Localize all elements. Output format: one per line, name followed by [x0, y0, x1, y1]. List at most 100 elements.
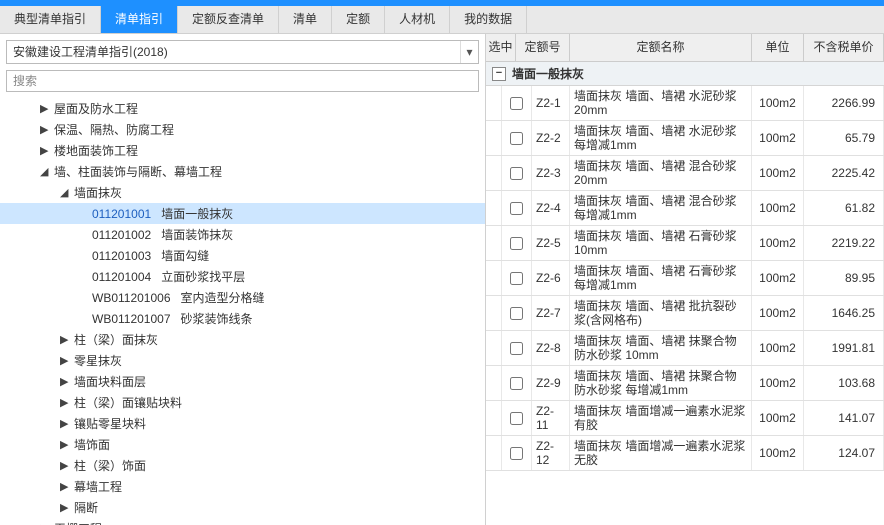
- row-checkbox[interactable]: [510, 202, 523, 215]
- row-checkbox[interactable]: [510, 167, 523, 180]
- row-unit: 100m2: [752, 366, 804, 400]
- collapsed-icon[interactable]: ▶: [60, 501, 72, 514]
- row-select-cell: [502, 296, 532, 330]
- row-tree-line: [486, 331, 502, 365]
- table-row[interactable]: Z2-5墙面抹灰 墙面、墙裙 石膏砂浆 10mm100m22219.22: [486, 226, 884, 261]
- tree-node[interactable]: ◢墙面抹灰: [0, 182, 485, 203]
- col-header-unit[interactable]: 单位: [752, 34, 804, 61]
- collapsed-icon[interactable]: ▶: [60, 417, 72, 430]
- tree-node[interactable]: ▶屋面及防水工程: [0, 98, 485, 119]
- collapsed-icon[interactable]: ▶: [60, 480, 72, 493]
- row-checkbox[interactable]: [510, 377, 523, 390]
- row-name: 墙面抹灰 墙面、墙裙 混合砂浆 每增减1mm: [570, 191, 752, 225]
- tab-6[interactable]: 我的数据: [450, 6, 527, 33]
- tab-3[interactable]: 清单: [279, 6, 332, 33]
- tree-node-label: 楼地面装饰工程: [52, 142, 138, 159]
- tree-node[interactable]: 011201002墙面装饰抹灰: [0, 224, 485, 245]
- collapsed-icon[interactable]: ▶: [60, 333, 72, 346]
- col-header-select[interactable]: 选中: [486, 34, 516, 61]
- chevron-down-icon[interactable]: ▾: [460, 41, 478, 63]
- row-checkbox[interactable]: [510, 272, 523, 285]
- table-row[interactable]: Z2-4墙面抹灰 墙面、墙裙 混合砂浆 每增减1mm100m261.82: [486, 191, 884, 226]
- row-checkbox[interactable]: [510, 307, 523, 320]
- collapsed-icon[interactable]: ▶: [40, 102, 52, 115]
- tab-0[interactable]: 典型清单指引: [0, 6, 101, 33]
- tree-node[interactable]: ▶天棚工程: [0, 518, 485, 525]
- row-price: 89.95: [804, 261, 884, 295]
- row-tree-line: [486, 261, 502, 295]
- row-checkbox[interactable]: [510, 342, 523, 355]
- col-header-price[interactable]: 不含税单价: [804, 34, 884, 61]
- row-checkbox[interactable]: [510, 412, 523, 425]
- collapse-icon[interactable]: −: [492, 67, 506, 81]
- tree-node-label: 柱（梁）面抹灰: [72, 331, 158, 348]
- row-checkbox[interactable]: [510, 97, 523, 110]
- tree-node[interactable]: ▶保温、隔热、防腐工程: [0, 119, 485, 140]
- tree-node[interactable]: WB011201006室内造型分格缝: [0, 287, 485, 308]
- tree-node-label: 保温、隔热、防腐工程: [52, 121, 174, 138]
- table-row[interactable]: Z2-3墙面抹灰 墙面、墙裙 混合砂浆 20mm100m22225.42: [486, 156, 884, 191]
- table-row[interactable]: Z2-12墙面抹灰 墙面增减一遍素水泥浆 无胶100m2124.07: [486, 436, 884, 471]
- col-header-name[interactable]: 定额名称: [570, 34, 752, 61]
- col-header-code[interactable]: 定额号: [516, 34, 570, 61]
- row-checkbox[interactable]: [510, 132, 523, 145]
- collapsed-icon[interactable]: ▶: [60, 354, 72, 367]
- table-row[interactable]: Z2-1墙面抹灰 墙面、墙裙 水泥砂浆 20mm100m22266.99: [486, 86, 884, 121]
- tree-node-code: 011201001: [92, 207, 151, 221]
- table-row[interactable]: Z2-8墙面抹灰 墙面、墙裙 抹聚合物防水砂浆 10mm100m21991.81: [486, 331, 884, 366]
- row-select-cell: [502, 156, 532, 190]
- tab-5[interactable]: 人材机: [385, 6, 450, 33]
- group-row[interactable]: − 墙面一般抹灰: [486, 62, 884, 86]
- tree-node[interactable]: ▶柱（梁）饰面: [0, 455, 485, 476]
- row-checkbox[interactable]: [510, 447, 523, 460]
- collapsed-icon[interactable]: ▶: [60, 375, 72, 388]
- tree-node[interactable]: ▶幕墙工程: [0, 476, 485, 497]
- tree-node[interactable]: ▶楼地面装饰工程: [0, 140, 485, 161]
- row-checkbox[interactable]: [510, 237, 523, 250]
- row-code: Z2-7: [532, 296, 570, 330]
- tree-node-label: 屋面及防水工程: [52, 100, 138, 117]
- row-price: 141.07: [804, 401, 884, 435]
- tree-node-label: 墙面抹灰: [72, 184, 122, 201]
- collapsed-icon[interactable]: ▶: [60, 396, 72, 409]
- tab-2[interactable]: 定额反查清单: [178, 6, 279, 33]
- tree-node-label: 幕墙工程: [72, 478, 122, 495]
- search-input[interactable]: 搜索: [6, 70, 479, 92]
- row-price: 2225.42: [804, 156, 884, 190]
- table-row[interactable]: Z2-9墙面抹灰 墙面、墙裙 抹聚合物防水砂浆 每增减1mm100m2103.6…: [486, 366, 884, 401]
- tree-node[interactable]: 011201003墙面勾缝: [0, 245, 485, 266]
- tree-node[interactable]: 011201001墙面一般抹灰: [0, 203, 485, 224]
- table-row[interactable]: Z2-2墙面抹灰 墙面、墙裙 水泥砂浆 每增减1mm100m265.79: [486, 121, 884, 156]
- expanded-icon[interactable]: ◢: [60, 186, 72, 199]
- tree-node[interactable]: 011201004立面砂浆找平层: [0, 266, 485, 287]
- tree-node[interactable]: ▶墙饰面: [0, 434, 485, 455]
- guide-selector[interactable]: 安徽建设工程清单指引(2018) ▾: [6, 40, 479, 64]
- tree-node[interactable]: ▶零星抹灰: [0, 350, 485, 371]
- row-name: 墙面抹灰 墙面、墙裙 混合砂浆 20mm: [570, 156, 752, 190]
- tab-1[interactable]: 清单指引: [101, 6, 178, 33]
- tree-node[interactable]: ◢墙、柱面装饰与隔断、幕墙工程: [0, 161, 485, 182]
- collapsed-icon[interactable]: ▶: [60, 459, 72, 472]
- tree-node[interactable]: ▶柱（梁）面镶贴块料: [0, 392, 485, 413]
- tree-node[interactable]: ▶镶贴零星块料: [0, 413, 485, 434]
- collapsed-icon[interactable]: ▶: [40, 123, 52, 136]
- row-tree-line: [486, 436, 502, 470]
- collapsed-icon[interactable]: ▶: [60, 438, 72, 451]
- tree-node[interactable]: WB011201007砂浆装饰线条: [0, 308, 485, 329]
- table-row[interactable]: Z2-7墙面抹灰 墙面、墙裙 批抗裂砂浆(含网格布)100m21646.25: [486, 296, 884, 331]
- table-row[interactable]: Z2-11墙面抹灰 墙面增减一遍素水泥浆 有胶100m2141.07: [486, 401, 884, 436]
- collapsed-icon[interactable]: ▶: [40, 144, 52, 157]
- row-code: Z2-4: [532, 191, 570, 225]
- tree-node-label: 镶贴零星块料: [72, 415, 146, 432]
- category-tree: ▶屋面及防水工程▶保温、隔热、防腐工程▶楼地面装饰工程◢墙、柱面装饰与隔断、幕墙…: [0, 96, 485, 525]
- row-price: 124.07: [804, 436, 884, 470]
- row-select-cell: [502, 191, 532, 225]
- expanded-icon[interactable]: ◢: [40, 165, 52, 178]
- tree-node[interactable]: ▶隔断: [0, 497, 485, 518]
- tree-node[interactable]: ▶柱（梁）面抹灰: [0, 329, 485, 350]
- tree-node[interactable]: ▶墙面块料面层: [0, 371, 485, 392]
- tab-4[interactable]: 定额: [332, 6, 385, 33]
- table-row[interactable]: Z2-6墙面抹灰 墙面、墙裙 石膏砂浆 每增减1mm100m289.95: [486, 261, 884, 296]
- row-name: 墙面抹灰 墙面、墙裙 石膏砂浆 每增减1mm: [570, 261, 752, 295]
- row-code: Z2-1: [532, 86, 570, 120]
